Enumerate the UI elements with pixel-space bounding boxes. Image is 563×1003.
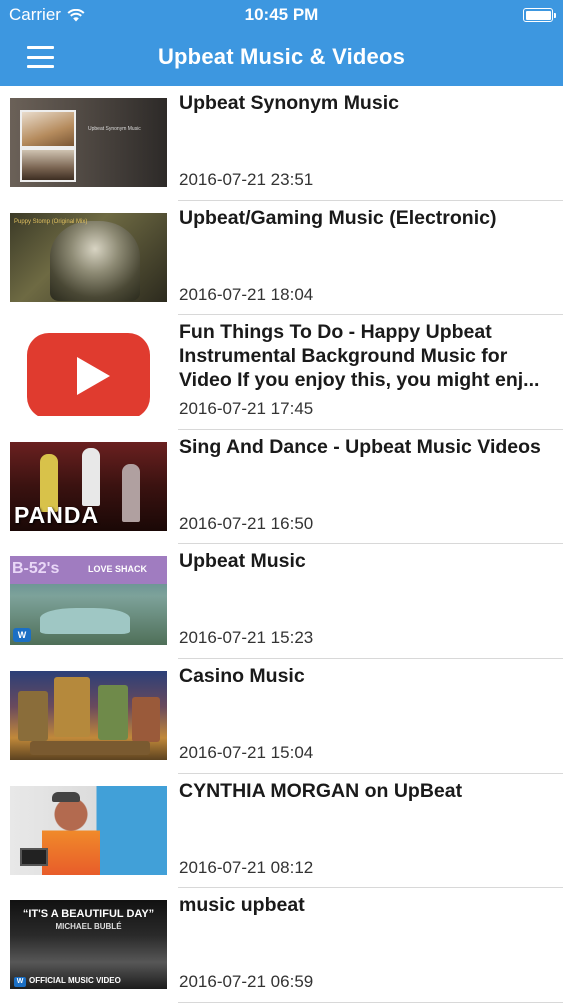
- video-date: 2016-07-21 15:23: [179, 628, 314, 648]
- video-thumbnail[interactable]: [10, 785, 167, 875]
- thumbnail-caption: W OFFICIAL MUSIC VIDEO: [14, 976, 121, 988]
- thumbnail-shape: [98, 684, 128, 740]
- video-row[interactable]: “IT'S A BEAUTIFUL DAY” MICHAEL BUBLÉ W OF…: [0, 888, 563, 1003]
- thumbnail-figure: [40, 608, 130, 635]
- thumbnail-shape: [30, 740, 150, 755]
- video-date: 2016-07-21 17:45: [179, 399, 314, 419]
- video-thumbnail[interactable]: PANDA: [10, 441, 167, 531]
- thumbnail-shape: [54, 676, 90, 737]
- play-icon: [77, 357, 110, 396]
- thumbnail-figure: [42, 793, 100, 875]
- nav-bar: Upbeat Music & Videos: [0, 30, 563, 86]
- thumbnail-photo: [20, 148, 76, 182]
- video-row[interactable]: Casino Music 2016-07-21 15:04: [0, 659, 563, 774]
- video-title: music upbeat: [179, 894, 305, 917]
- video-list: Upbeat Synonym Music Upbeat Synonym Musi…: [0, 86, 563, 1003]
- video-date: 2016-07-21 18:04: [179, 284, 314, 304]
- video-row[interactable]: PANDA Sing And Dance - Upbeat Music Vide…: [0, 430, 563, 545]
- video-thumbnail[interactable]: [10, 327, 167, 417]
- thumbnail-text: B-52's: [12, 560, 60, 578]
- thumbnail-photo: [20, 110, 76, 148]
- video-thumbnail[interactable]: [10, 670, 167, 760]
- thumbnail-figure: [122, 463, 140, 522]
- thumbnail-text: Upbeat Synonym Music: [88, 126, 141, 132]
- thumbnail-text: MICHAEL BUBLÉ: [55, 922, 122, 932]
- video-date: 2016-07-21 16:50: [179, 513, 314, 533]
- video-title: Upbeat/Gaming Music (Electronic): [179, 206, 497, 229]
- battery-icon: [523, 8, 556, 22]
- video-title: CYNTHIA MORGAN on UpBeat: [179, 779, 463, 802]
- thumbnail-figure: [50, 220, 140, 301]
- video-row[interactable]: B-52's LOVE SHACK W Upbeat Music 2016-07…: [0, 544, 563, 659]
- thumbnail-shape: [20, 847, 48, 866]
- page-title: Upbeat Music & Videos: [157, 44, 406, 69]
- video-title: Casino Music: [179, 664, 305, 687]
- video-row[interactable]: Fun Things To Do - Happy Upbeat Instrume…: [0, 315, 563, 430]
- video-row[interactable]: Upbeat Synonym Music Upbeat Synonym Musi…: [0, 86, 563, 201]
- video-title: Sing And Dance - Upbeat Music Videos: [179, 435, 541, 458]
- thumbnail-figure: [82, 447, 100, 506]
- thumbnail-shape: [52, 791, 80, 802]
- video-thumbnail[interactable]: “IT'S A BEAUTIFUL DAY” MICHAEL BUBLÉ W OF…: [10, 900, 167, 990]
- status-time: 10:45 PM: [244, 5, 319, 24]
- video-date: 2016-07-21 23:51: [179, 170, 314, 189]
- video-thumbnail[interactable]: Upbeat Synonym Music: [10, 98, 167, 187]
- video-row[interactable]: Puppy Stomp (Original Mix) Upbeat/Gaming…: [0, 201, 563, 316]
- status-bar: Carrier 10:45 PM: [0, 0, 563, 30]
- thumbnail-text: LOVE SHACK: [88, 564, 148, 575]
- video-thumbnail[interactable]: B-52's LOVE SHACK W: [10, 556, 167, 646]
- video-title: Upbeat Synonym Music: [179, 92, 399, 114]
- video-date: 2016-07-21 15:04: [179, 742, 314, 762]
- video-title: Fun Things To Do - Happy Upbeat Instrume…: [179, 321, 540, 392]
- warner-logo-icon: W: [13, 628, 31, 643]
- video-row[interactable]: CYNTHIA MORGAN on UpBeat 2016-07-21 08:1…: [0, 774, 563, 889]
- battery-fill: [525, 10, 551, 20]
- video-title: Upbeat Music: [179, 550, 306, 573]
- thumbnail-shape: [132, 696, 160, 742]
- thumbnail-text: OFFICIAL MUSIC VIDEO: [29, 976, 121, 986]
- video-thumbnail[interactable]: Puppy Stomp (Original Mix): [10, 212, 167, 302]
- video-date: 2016-07-21 06:59: [179, 972, 314, 992]
- video-date: 2016-07-21 08:12: [179, 857, 314, 877]
- thumbnail-text: “IT'S A BEAUTIFUL DAY”: [22, 908, 155, 921]
- warner-logo-icon: W: [14, 977, 26, 988]
- thumbnail-text: Puppy Stomp (Original Mix): [14, 218, 88, 225]
- thumbnail-text: PANDA: [14, 501, 100, 528]
- thumbnail-shape: [18, 690, 48, 741]
